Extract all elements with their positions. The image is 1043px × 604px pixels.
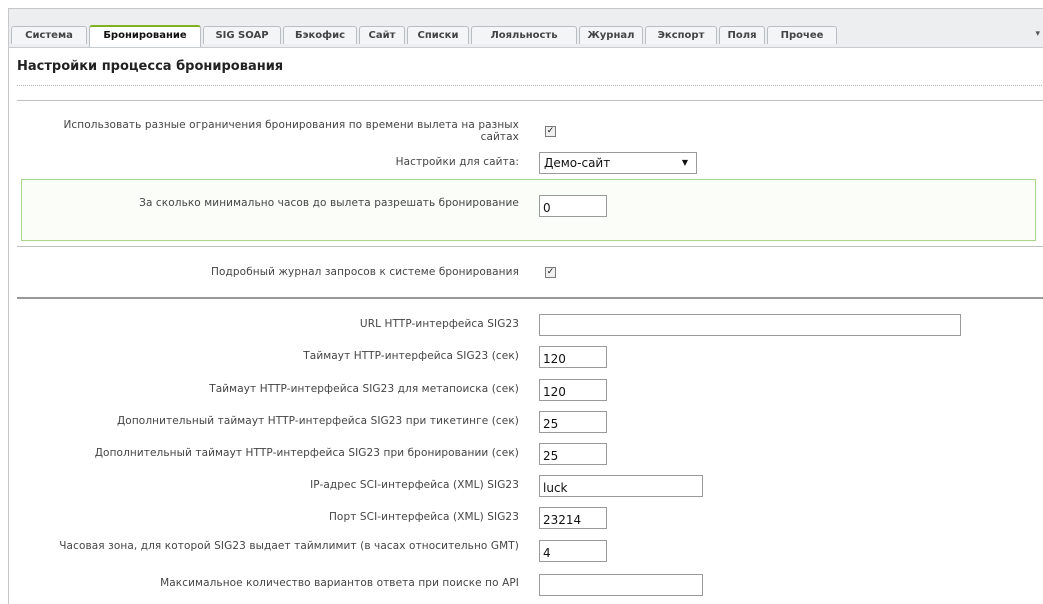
tab-journal[interactable]: Журнал (579, 26, 643, 44)
title-divider (17, 85, 1043, 86)
different-limits-checkbox[interactable]: ✓ (545, 126, 556, 137)
sig23-url-input[interactable] (539, 314, 961, 336)
tab-loyalty[interactable]: Лояльность (471, 26, 577, 44)
tab-scroll-down-icon[interactable]: ▾ (1035, 29, 1040, 39)
section-divider (17, 297, 1043, 299)
tab-lists[interactable]: Списки (407, 26, 469, 44)
section-divider (17, 246, 1043, 247)
sig23-meta-timeout-label: Таймаут HTTP-интерфейса SIG23 для метапо… (209, 383, 519, 395)
sig23-ticketing-timeout-label: Дополнительный таймаут HTTP-интерфейса S… (117, 415, 519, 427)
tab-site[interactable]: Сайт (359, 26, 405, 44)
max-variants-input[interactable] (539, 574, 703, 596)
timezone-input[interactable] (539, 540, 607, 562)
tab-other[interactable]: Прочее (767, 26, 837, 44)
sig23-booking-timeout-label: Дополнительный таймаут HTTP-интерфейса S… (94, 447, 519, 459)
sci-ip-label: IP-адрес SCI-интерфейса (XML) SIG23 (310, 479, 519, 491)
sig23-timeout-label: Таймаут HTTP-интерфейса SIG23 (сек) (303, 350, 519, 362)
min-hours-label: За сколько минимально часов до вылета ра… (139, 197, 519, 209)
sci-port-input[interactable] (539, 507, 607, 529)
dropdown-arrow-icon: ▼ (681, 158, 688, 167)
site-settings-label: Настройки для сайта: (395, 156, 519, 168)
tab-system[interactable]: Система (11, 26, 87, 44)
min-hours-group (21, 179, 1036, 241)
sig23-booking-timeout-input[interactable] (539, 443, 607, 465)
sig23-meta-timeout-input[interactable] (539, 379, 607, 401)
page-title: Настройки процесса бронирования (17, 59, 284, 74)
site-settings-select[interactable]: Демо-сайт ▼ (539, 152, 697, 174)
section-divider (17, 100, 1043, 101)
different-limits-label: Использовать разные ограничения брониров… (63, 119, 519, 143)
verbose-log-label: Подробный журнал запросов к системе брон… (211, 266, 519, 278)
max-variants-label: Максимальное количество вариантов ответа… (160, 577, 519, 589)
sig23-ticketing-timeout-input[interactable] (539, 411, 607, 433)
site-settings-value: Демо-сайт (544, 156, 611, 170)
sci-port-label: Порт SCI-интерфейса (XML) SIG23 (328, 511, 519, 523)
tab-booking[interactable]: Бронирование (89, 25, 201, 47)
tab-fields[interactable]: Поля (719, 26, 765, 44)
min-hours-input[interactable] (539, 195, 607, 217)
sci-ip-input[interactable] (539, 475, 703, 497)
settings-frame: Система Бронирование SIG SOAP Бэкофис Са… (8, 8, 1043, 604)
tab-sig-soap[interactable]: SIG SOAP (203, 26, 281, 44)
timezone-label: Часовая зона, для которой SIG23 выдает т… (59, 540, 519, 552)
verbose-log-checkbox[interactable]: ✓ (545, 267, 556, 278)
tab-export[interactable]: Экспорт (645, 26, 717, 44)
sig23-url-label: URL HTTP-интерфейса SIG23 (359, 318, 519, 330)
tab-bar: Система Бронирование SIG SOAP Бэкофис Са… (9, 9, 1043, 48)
tab-backoffice[interactable]: Бэкофис (283, 26, 357, 44)
sig23-timeout-input[interactable] (539, 346, 607, 368)
